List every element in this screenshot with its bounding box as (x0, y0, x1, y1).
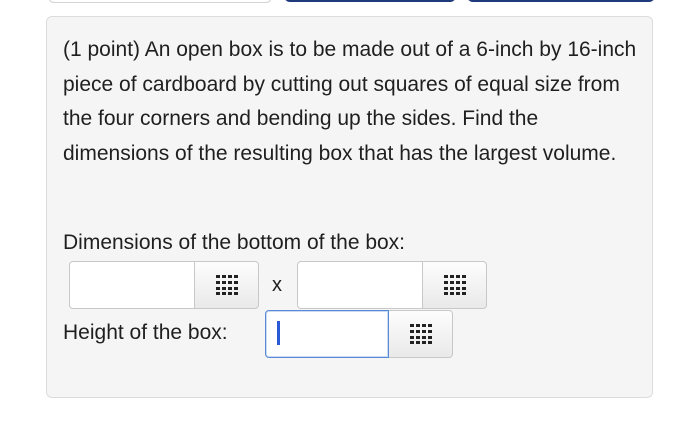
dimension-2-input[interactable] (297, 261, 423, 309)
dimensions-label: Dimensions of the bottom of the box: (63, 231, 406, 254)
grid-keypad-icon (409, 324, 432, 344)
times-sign: x (272, 274, 282, 296)
problem-card: (1 point) An open box is to be made out … (46, 16, 653, 398)
height-input-wrapper (265, 310, 389, 358)
dimension-1-palette-button[interactable] (195, 261, 259, 309)
height-palette-button[interactable] (389, 310, 453, 358)
height-input[interactable] (265, 310, 389, 358)
problem-statement: (1 point) An open box is to be made out … (63, 38, 637, 165)
grid-keypad-icon (215, 275, 238, 295)
nav-button-middle[interactable] (284, 0, 456, 2)
height-label: Height of the box: (63, 321, 228, 344)
dimension-1-input[interactable] (69, 261, 195, 309)
nav-button-left[interactable] (48, 0, 272, 3)
text-caret (277, 321, 280, 345)
grid-keypad-icon (443, 275, 466, 295)
dimension-2-palette-button[interactable] (423, 261, 487, 309)
nav-button-right[interactable] (467, 0, 655, 2)
